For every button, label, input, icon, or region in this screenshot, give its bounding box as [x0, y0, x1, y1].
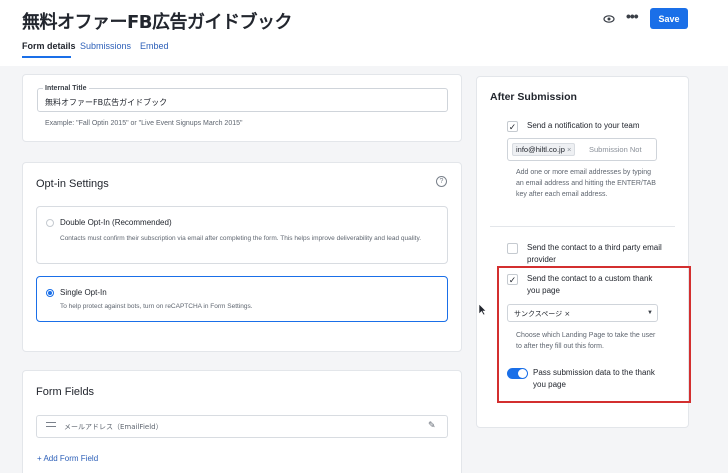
help-icon[interactable]: ?	[436, 176, 447, 187]
mouse-cursor-icon	[478, 303, 487, 316]
single-optin-option[interactable]	[36, 276, 448, 322]
email-chip-text: info@hiltl.co.jp	[516, 145, 565, 154]
tab-submissions[interactable]: Submissions	[80, 41, 131, 51]
highlight-annotation-box	[497, 266, 691, 403]
save-button[interactable]: Save	[650, 8, 688, 29]
internal-title-value: 無料オファーFB広告ガイドブック	[45, 98, 168, 107]
active-tab-indicator	[22, 56, 71, 58]
chip-remove-icon[interactable]: ×	[567, 145, 571, 154]
notify-team-label: Send a notification to your team	[527, 121, 640, 130]
tab-form-details[interactable]: Form details	[22, 41, 76, 51]
internal-title-example: Example: "Fall Optin 2015" or "Live Even…	[45, 120, 243, 127]
internal-title-label: Internal Title	[43, 85, 89, 92]
page-title: 無料オファーFB広告ガイドブック	[22, 12, 293, 33]
tab-embed[interactable]: Embed	[140, 41, 169, 51]
single-optin-desc: To help protect against bots, turn on re…	[60, 303, 253, 310]
add-form-field-link[interactable]: + Add Form Field	[37, 454, 98, 463]
form-field-name: メールアドレス（EmailField）	[64, 423, 163, 431]
email-chip[interactable]: info@hiltl.co.jp ×	[512, 143, 576, 156]
double-optin-desc: Contacts must confirm their subscription…	[60, 235, 422, 242]
email-hint: Add one or more email addresses by typin…	[516, 169, 656, 198]
drag-handle-icon[interactable]	[46, 422, 56, 427]
double-optin-radio[interactable]	[46, 219, 54, 227]
email-input-placeholder: Submission Not	[589, 145, 642, 154]
optin-heading: Opt-in Settings	[36, 178, 109, 190]
preview-eye-icon[interactable]	[603, 13, 615, 25]
third-party-checkbox[interactable]	[507, 243, 518, 254]
after-submission-heading: After Submission	[490, 91, 577, 103]
third-party-label: Send the contact to a third party email …	[527, 243, 662, 264]
single-optin-title: Single Opt-In	[60, 288, 107, 297]
single-optin-radio[interactable]	[46, 289, 54, 297]
edit-pencil-icon[interactable]: ✎	[428, 420, 436, 431]
form-fields-heading: Form Fields	[36, 386, 95, 398]
more-options-icon[interactable]: •••	[626, 8, 639, 24]
notify-team-checkbox[interactable]: ✓	[507, 121, 518, 132]
double-optin-title: Double Opt-In (Recommended)	[60, 218, 172, 227]
section-divider	[490, 226, 675, 227]
